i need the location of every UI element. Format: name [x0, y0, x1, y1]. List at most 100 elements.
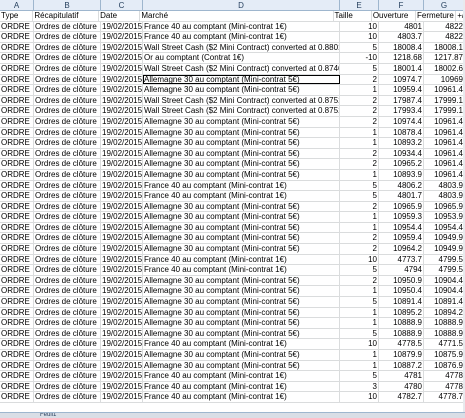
table-cell[interactable]: 2 [340, 116, 379, 127]
table-cell[interactable]: 10961.4 [424, 148, 465, 159]
table-cell[interactable]: 19/02/2015 [101, 127, 143, 138]
column-header-d[interactable]: D [143, 0, 340, 10]
table-cell[interactable]: 19/02/2015 [101, 169, 143, 180]
table-cell[interactable]: ORDRE [0, 212, 34, 222]
table-cell[interactable]: France 40 au comptant (Mini-contrat 1€) [143, 381, 340, 392]
table-cell[interactable]: Ordres de clôture [34, 148, 101, 159]
table-cell[interactable]: Ordres de clôture [34, 85, 101, 95]
table-cell[interactable]: 4822 [424, 21, 465, 32]
table-cell[interactable]: 10959.3 [379, 212, 424, 222]
table-cell[interactable]: 19/02/2015 [101, 63, 143, 74]
table-cell[interactable]: 4773.7 [379, 254, 424, 265]
table-cell[interactable]: 10895.2 [379, 307, 424, 318]
table-cell[interactable]: 19/02/2015 [101, 21, 143, 32]
table-cell[interactable]: ORDRE [0, 159, 34, 169]
table-cell[interactable]: 10 [340, 32, 379, 42]
table-cell[interactable]: 4803.9 [424, 180, 465, 191]
table-cell[interactable]: -10 [340, 53, 379, 63]
table-cell[interactable]: 19/02/2015 [101, 307, 143, 318]
table-cell[interactable]: 17987.4 [379, 95, 424, 106]
field-header-cell[interactable]: Fermeture [416, 11, 457, 21]
table-cell[interactable]: 19/02/2015 [101, 180, 143, 191]
table-cell[interactable]: Ordres de clôture [34, 265, 101, 275]
table-cell[interactable]: Allemagne 30 au comptant (Mini-contrat 5… [143, 360, 340, 371]
table-cell[interactable]: France 40 au comptant (Mini-contrat 1€) [143, 265, 340, 275]
table-cell[interactable]: ORDRE [0, 339, 34, 349]
table-cell[interactable]: Wall Street Cash ($2 Mini Contract) conv… [143, 42, 340, 53]
table-cell[interactable]: Allemagne 30 au comptant (Mini-contrat 5… [143, 328, 340, 339]
table-cell[interactable]: 5 [340, 297, 379, 307]
column-header-f[interactable]: F [379, 0, 424, 10]
table-cell[interactable]: 18008.1 [424, 42, 465, 53]
table-cell[interactable]: ORDRE [0, 116, 34, 127]
table-cell[interactable]: 19/02/2015 [101, 233, 143, 244]
table-cell[interactable]: 4778 [424, 381, 465, 392]
table-cell[interactable]: 1 [340, 138, 379, 148]
table-cell[interactable]: ORDRE [0, 254, 34, 265]
table-cell[interactable]: Ordres de clôture [34, 318, 101, 328]
table-cell[interactable]: 2 [340, 233, 379, 244]
table-cell[interactable]: Ordres de clôture [34, 307, 101, 318]
table-cell[interactable]: 5 [340, 371, 379, 381]
table-cell[interactable]: Ordres de clôture [34, 74, 101, 85]
table-cell[interactable]: ORDRE [0, 286, 34, 297]
table-cell[interactable]: 10961.4 [424, 116, 465, 127]
table-cell[interactable]: 17999.1 [424, 106, 465, 116]
table-cell[interactable]: Ordres de clôture [34, 254, 101, 265]
table-cell[interactable]: ORDRE [0, 381, 34, 392]
table-cell[interactable]: 10974.7 [379, 74, 424, 85]
table-cell[interactable]: 4778.5 [379, 339, 424, 349]
table-cell[interactable]: ORDRE [0, 85, 34, 95]
table-cell[interactable]: 1218.68 [379, 53, 424, 63]
table-cell[interactable]: Allemagne 30 au comptant (Mini-contrat 5… [143, 244, 340, 254]
table-cell[interactable]: ORDRE [0, 127, 34, 138]
table-cell[interactable]: ORDRE [0, 318, 34, 328]
table-cell[interactable]: 5 [340, 42, 379, 53]
table-cell[interactable]: ORDRE [0, 392, 34, 402]
table-cell[interactable]: 2 [340, 244, 379, 254]
table-cell[interactable]: 10888.9 [379, 328, 424, 339]
table-cell[interactable]: 10950.9 [379, 275, 424, 286]
table-cell[interactable]: 19/02/2015 [101, 339, 143, 349]
table-cell[interactable]: 19/02/2015 [101, 116, 143, 127]
table-cell[interactable]: France 40 au comptant (Mini-contrat 1€) [143, 254, 340, 265]
table-cell[interactable]: ORDRE [0, 106, 34, 116]
table-cell[interactable]: 19/02/2015 [101, 297, 143, 307]
table-cell[interactable]: ORDRE [0, 265, 34, 275]
column-header-b[interactable]: B [34, 0, 101, 10]
table-cell[interactable]: Ordres de clôture [34, 233, 101, 244]
table-cell[interactable]: 3 [340, 381, 379, 392]
table-cell[interactable]: Allemagne 30 au comptant (Mini-contrat 5… [143, 148, 340, 159]
table-cell[interactable]: Allemagne 30 au comptant (Mini-contrat 5… [143, 201, 340, 212]
table-cell[interactable]: 19/02/2015 [101, 350, 143, 360]
table-cell[interactable]: 17993.4 [379, 106, 424, 116]
table-cell[interactable]: 4781 [379, 371, 424, 381]
table-cell[interactable]: Allemagne 30 au comptant (Mini-contrat 5… [143, 169, 340, 180]
table-cell[interactable]: 4822 [424, 32, 465, 42]
table-cell[interactable]: 2 [340, 159, 379, 169]
table-cell[interactable]: Ordres de clôture [34, 275, 101, 286]
table-cell[interactable]: 4801 [379, 21, 424, 32]
table-cell[interactable]: 1 [340, 169, 379, 180]
table-cell[interactable]: 19/02/2015 [101, 318, 143, 328]
table-cell[interactable]: Ordres de clôture [34, 53, 101, 63]
table-cell[interactable]: ORDRE [0, 148, 34, 159]
table-cell[interactable]: 2 [340, 201, 379, 212]
table-cell[interactable]: 4782.7 [379, 392, 424, 402]
table-cell[interactable]: 10953.9 [424, 212, 465, 222]
table-cell[interactable]: 10961.4 [424, 127, 465, 138]
table-cell[interactable]: 18008.4 [379, 42, 424, 53]
table-cell[interactable]: 10893.9 [379, 169, 424, 180]
table-cell[interactable]: Ordres de clôture [34, 222, 101, 233]
table-cell[interactable]: Allemagne 30 au comptant (Mini-contrat 5… [143, 74, 340, 85]
field-header-cell[interactable]: Marché [140, 11, 334, 21]
table-cell[interactable]: 10965.9 [424, 201, 465, 212]
table-cell[interactable]: 10888.9 [424, 328, 465, 339]
table-cell[interactable]: 19/02/2015 [101, 286, 143, 297]
table-cell[interactable]: 1 [340, 318, 379, 328]
table-cell[interactable]: Ordres de clôture [34, 201, 101, 212]
table-cell[interactable]: France 40 au comptant (Mini-contrat 1€) [143, 191, 340, 201]
table-cell[interactable]: 19/02/2015 [101, 148, 143, 159]
table-cell[interactable]: 10961.4 [424, 169, 465, 180]
table-cell[interactable]: France 40 au comptant (Mini-contrat 1€) [143, 339, 340, 349]
